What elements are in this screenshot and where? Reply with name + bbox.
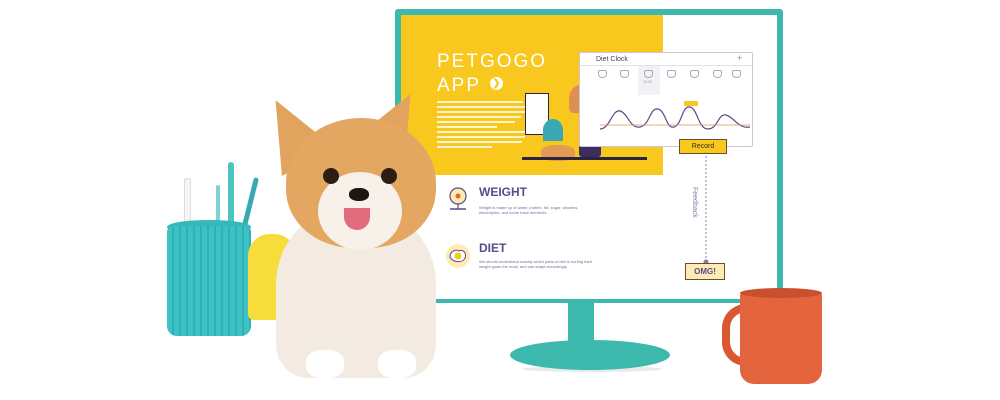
diet-clock-divider [580,65,752,66]
feedback-label: Feedback [691,187,698,218]
meal-icon[interactable] [667,70,676,78]
hero-description [437,101,527,151]
weight-scale-icon [449,187,467,210]
meal-icon[interactable] [690,70,699,78]
coffee-mug [740,292,822,384]
app-title: PETGOGO APP [437,50,547,98]
pen-cup [167,226,251,336]
go-arrow-icon[interactable]: ❯ [490,77,503,90]
meal-icon[interactable] [644,70,653,78]
feedback-connector [703,152,709,265]
weight-text: Weight is made up of water, protein, fat… [479,205,579,215]
mug-rim [740,288,822,298]
diet-text: We should understand exactly which parts… [479,259,593,269]
meal-icon[interactable] [620,70,629,78]
dog-paw-right [378,350,416,378]
dog-eye-right [381,168,397,184]
plant-illustration [543,119,563,141]
dog-nose [349,188,369,201]
desk-illustration [522,157,647,160]
meal-icon[interactable] [713,70,722,78]
diet-egg-icon [446,244,470,268]
meal-icon[interactable] [598,70,607,78]
diet-title: DIET [479,241,507,255]
diet-curve [600,101,750,130]
diet-clock-title: Diet Clock [596,56,628,63]
weight-title: WEIGHT [479,185,527,199]
meal-icon[interactable] [732,70,741,78]
app-title-line1: PETGOGO [437,51,548,72]
close-icon[interactable]: + [737,53,742,63]
dog-eye-left [323,168,339,184]
omg-bubble[interactable]: OMG! [685,263,725,280]
dog-paw-left [306,350,344,378]
monitor-screen: PETGOGO APP ❯ Diet Clock + 12:00 Record … [401,15,777,299]
diet-clock-panel: Diet Clock + 12:00 [579,52,753,147]
time-label: 12:00 [643,80,652,84]
